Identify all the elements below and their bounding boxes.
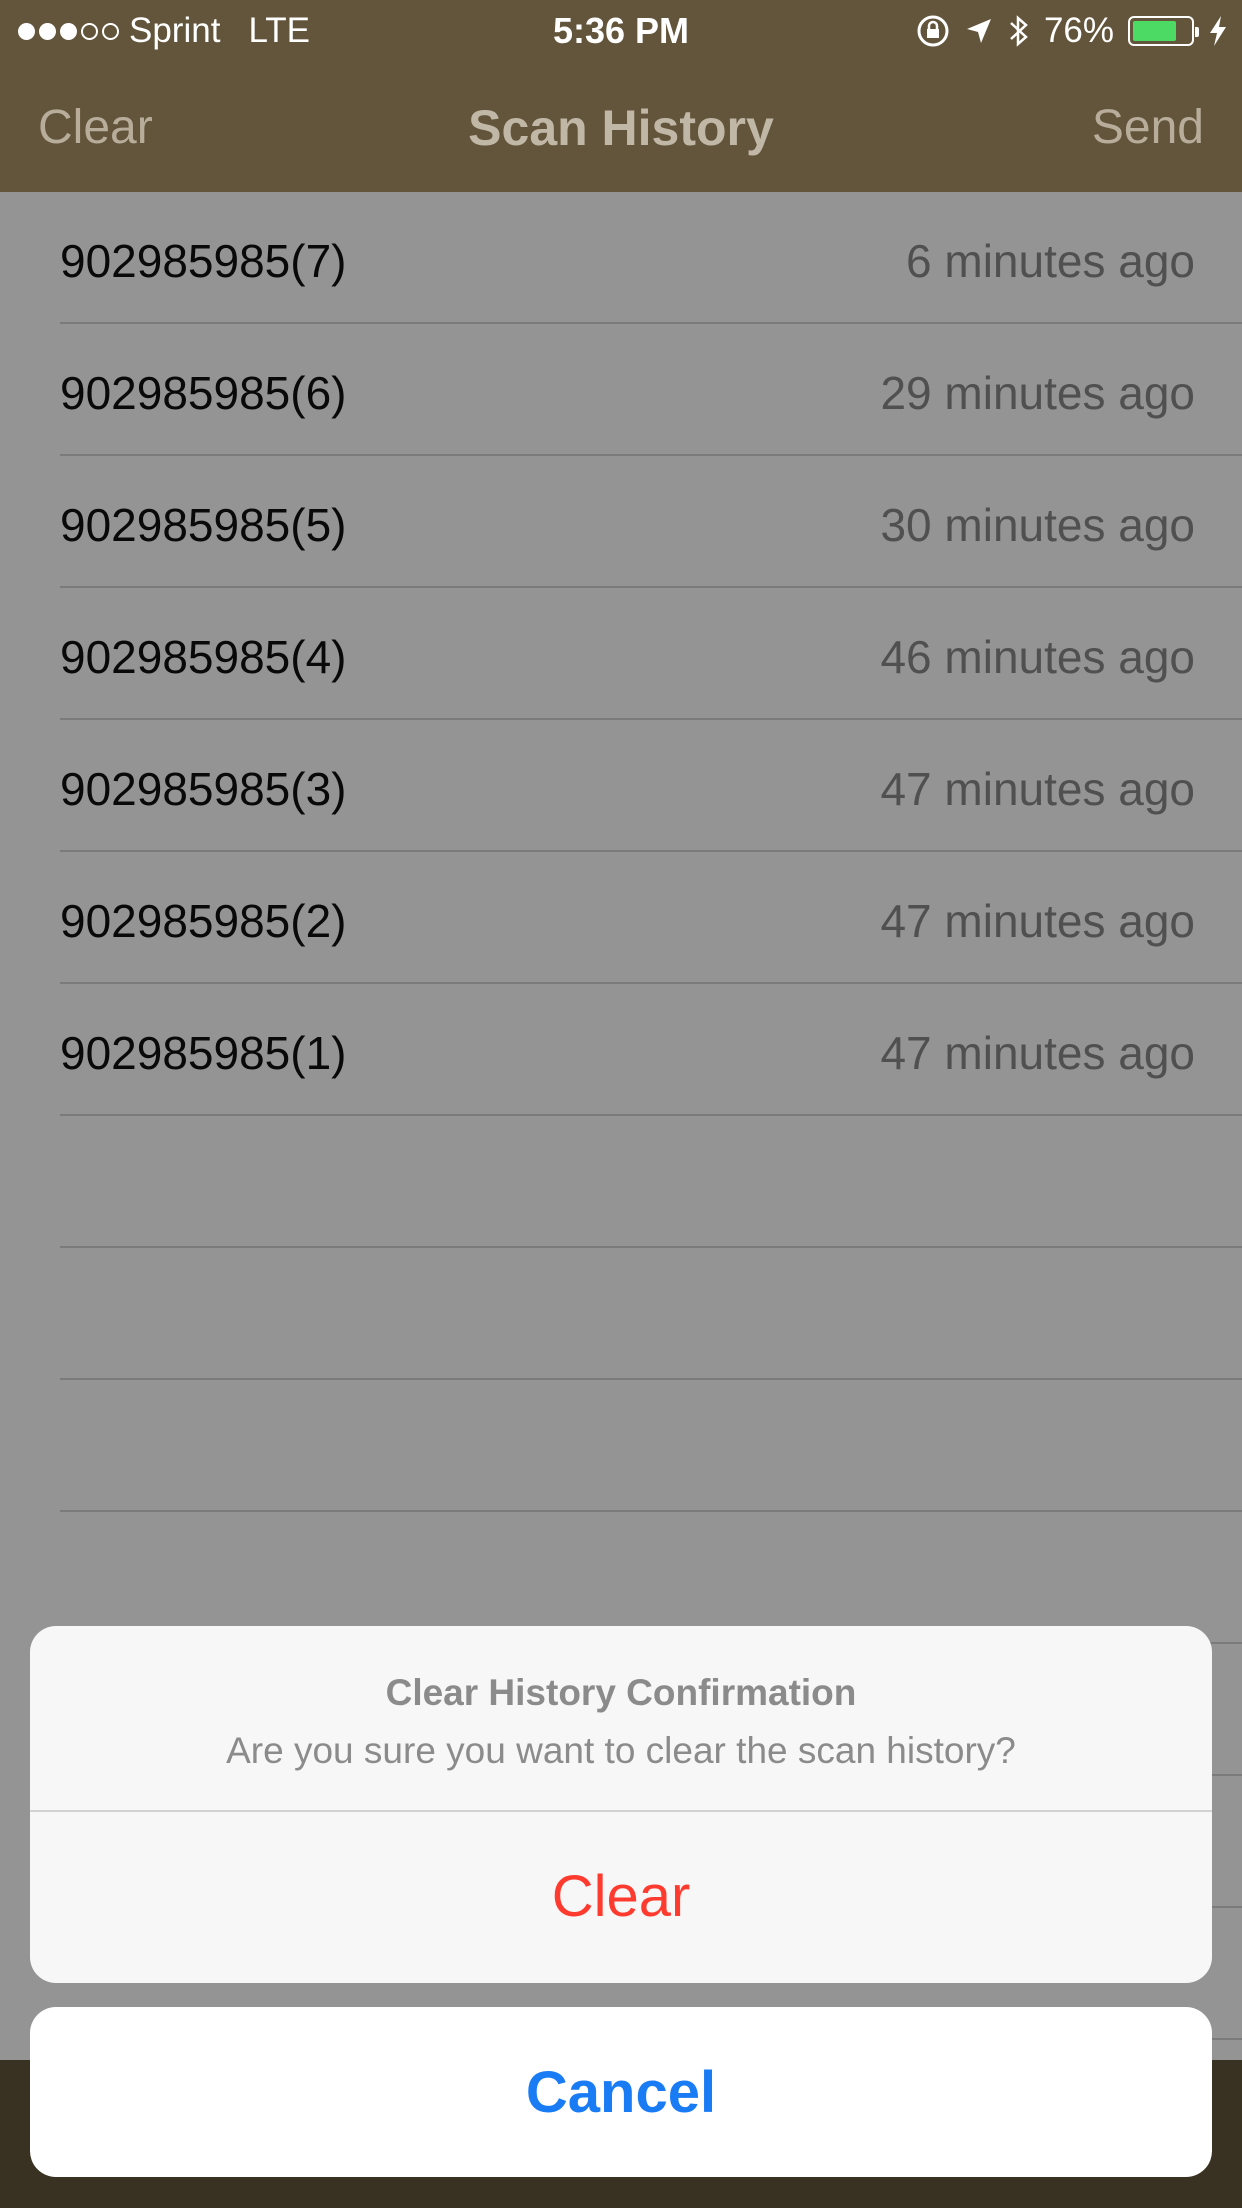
cancel-button[interactable]: Cancel (30, 2007, 1212, 2177)
action-sheet-header: Clear History Confirmation Are you sure … (30, 1626, 1212, 1812)
confirm-clear-button[interactable]: Clear (30, 1812, 1212, 1981)
battery-percent: 76% (1043, 11, 1114, 50)
location-arrow-icon (966, 19, 991, 43)
charging-bolt-icon (1210, 16, 1226, 46)
navigation-bar: Clear Scan History Send (0, 62, 1242, 192)
status-bar: Sprint LTE 5:36 PM 76% (0, 0, 1242, 62)
orientation-lock-icon (917, 15, 949, 47)
action-sheet: Clear History Confirmation Are you sure … (30, 1626, 1212, 1983)
battery-icon (1128, 16, 1199, 46)
action-sheet-title: Clear History Confirmation (385, 1672, 857, 1713)
send-button[interactable]: Send (1092, 100, 1204, 155)
battery-level (1133, 21, 1176, 41)
status-right: 76% (916, 10, 1228, 52)
bluetooth-icon (1010, 15, 1028, 47)
page-title: Scan History (468, 100, 774, 156)
action-sheet-message: Are you sure you want to clear the scan … (226, 1730, 1016, 1771)
